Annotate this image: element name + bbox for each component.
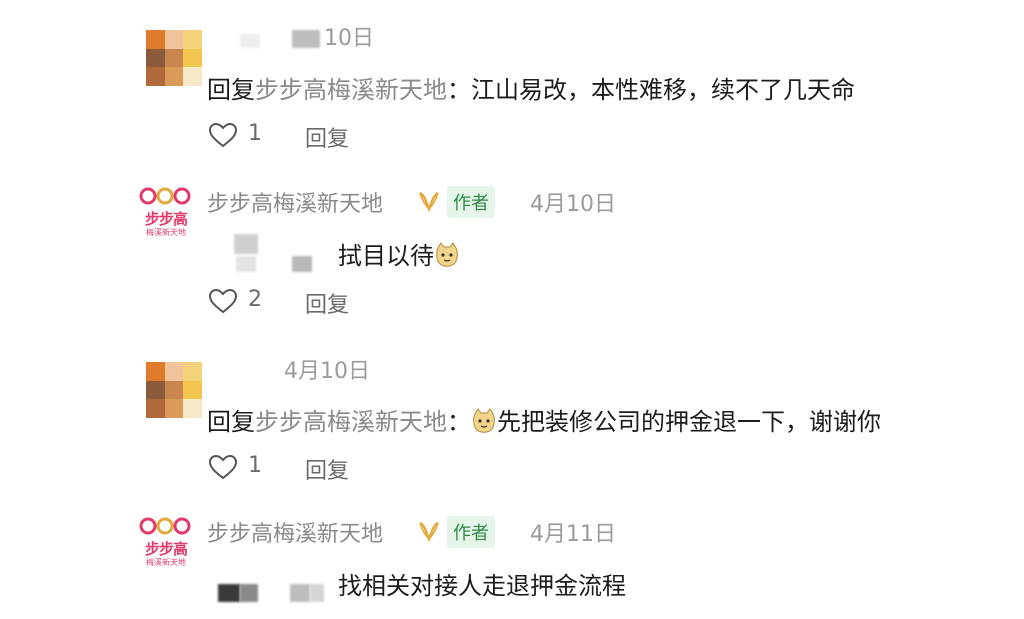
verified-badge-icon xyxy=(419,521,439,542)
like-count: 1 xyxy=(248,453,262,478)
comment-body: 找相关对接人走退押金流程 xyxy=(338,572,626,600)
reply-target-link[interactable]: 步步高梅溪新天地 xyxy=(255,76,447,104)
author-username[interactable]: 步步高梅溪新天地 xyxy=(207,186,383,218)
user-avatar[interactable] xyxy=(146,30,202,86)
blurred-mention xyxy=(218,584,240,602)
comment-body: 拭目以待 xyxy=(338,242,434,270)
brand-avatar[interactable]: 步步高 梅溪新天地 xyxy=(138,186,198,246)
comment-date: 4月10日 xyxy=(530,192,616,217)
comment-item: 步步高 梅溪新天地 步步高梅溪新天地 作者 4月10日 拭目以待 2 回复 xyxy=(0,170,1024,340)
heart-icon[interactable] xyxy=(208,122,238,148)
blurred-username xyxy=(240,34,260,48)
user-avatar[interactable] xyxy=(146,362,202,418)
comment-item: 步步高 梅溪新天地 步步高梅溪新天地 作者 4月11日 找相关对接人走退押金流程 xyxy=(0,500,1024,619)
like-count: 1 xyxy=(248,121,262,146)
heart-icon[interactable] xyxy=(208,454,238,480)
reply-prefix: 回复 xyxy=(207,408,255,436)
logo-main-text: 步步高 xyxy=(144,210,188,228)
blurred-mention xyxy=(310,584,324,602)
reply-colon: ： xyxy=(447,76,471,104)
comment-text: 拭目以待 xyxy=(338,236,460,271)
logo-rings-icon xyxy=(139,187,191,205)
blurred-mention xyxy=(234,234,258,254)
like-count: 2 xyxy=(248,287,262,312)
blurred-username xyxy=(292,30,320,48)
reply-prefix: 回复 xyxy=(207,76,255,104)
reply-colon: ： xyxy=(447,408,471,436)
cat-emoji-icon xyxy=(473,408,495,433)
logo-rings-icon xyxy=(139,517,191,535)
comment-date: 10日 xyxy=(324,26,374,51)
comment-body: 江山易改，本性难移，续不了几天命 xyxy=(471,76,855,104)
blurred-mention xyxy=(236,256,256,272)
comment-text: 找相关对接人走退押金流程 xyxy=(338,566,626,601)
reply-button[interactable]: 回复 xyxy=(305,121,349,153)
comment-item: 4月10日 回复步步高梅溪新天地： 先把装修公司的押金退一下，谢谢你 1 回复 xyxy=(0,340,1024,500)
comment-date: 4月10日 xyxy=(284,359,370,384)
logo-sub-text: 梅溪新天地 xyxy=(146,228,186,237)
author-badge: 作者 xyxy=(447,516,495,548)
brand-avatar[interactable]: 步步高 梅溪新天地 xyxy=(138,516,198,576)
reply-button[interactable]: 回复 xyxy=(305,287,349,319)
logo-main-text: 步步高 xyxy=(144,540,188,558)
cat-emoji-icon xyxy=(436,242,458,267)
blurred-mention xyxy=(290,584,310,602)
comment-text: 回复步步高梅溪新天地：江山易改，本性难移，续不了几天命 xyxy=(207,70,855,105)
heart-icon[interactable] xyxy=(208,288,238,314)
verified-badge-icon xyxy=(419,191,439,212)
comment-date: 4月11日 xyxy=(530,522,616,547)
author-badge: 作者 xyxy=(447,186,495,218)
author-username[interactable]: 步步高梅溪新天地 xyxy=(207,516,383,548)
reply-target-link[interactable]: 步步高梅溪新天地 xyxy=(255,408,447,436)
blurred-mention xyxy=(240,584,258,602)
comment-body: 先把装修公司的押金退一下，谢谢你 xyxy=(497,408,881,436)
blurred-mention xyxy=(292,256,312,272)
comment-item: 10日 回复步步高梅溪新天地：江山易改，本性难移，续不了几天命 1 回复 xyxy=(0,0,1024,160)
logo-sub-text: 梅溪新天地 xyxy=(146,558,186,567)
comment-text: 回复步步高梅溪新天地： 先把装修公司的押金退一下，谢谢你 xyxy=(207,402,881,437)
reply-button[interactable]: 回复 xyxy=(305,453,349,485)
